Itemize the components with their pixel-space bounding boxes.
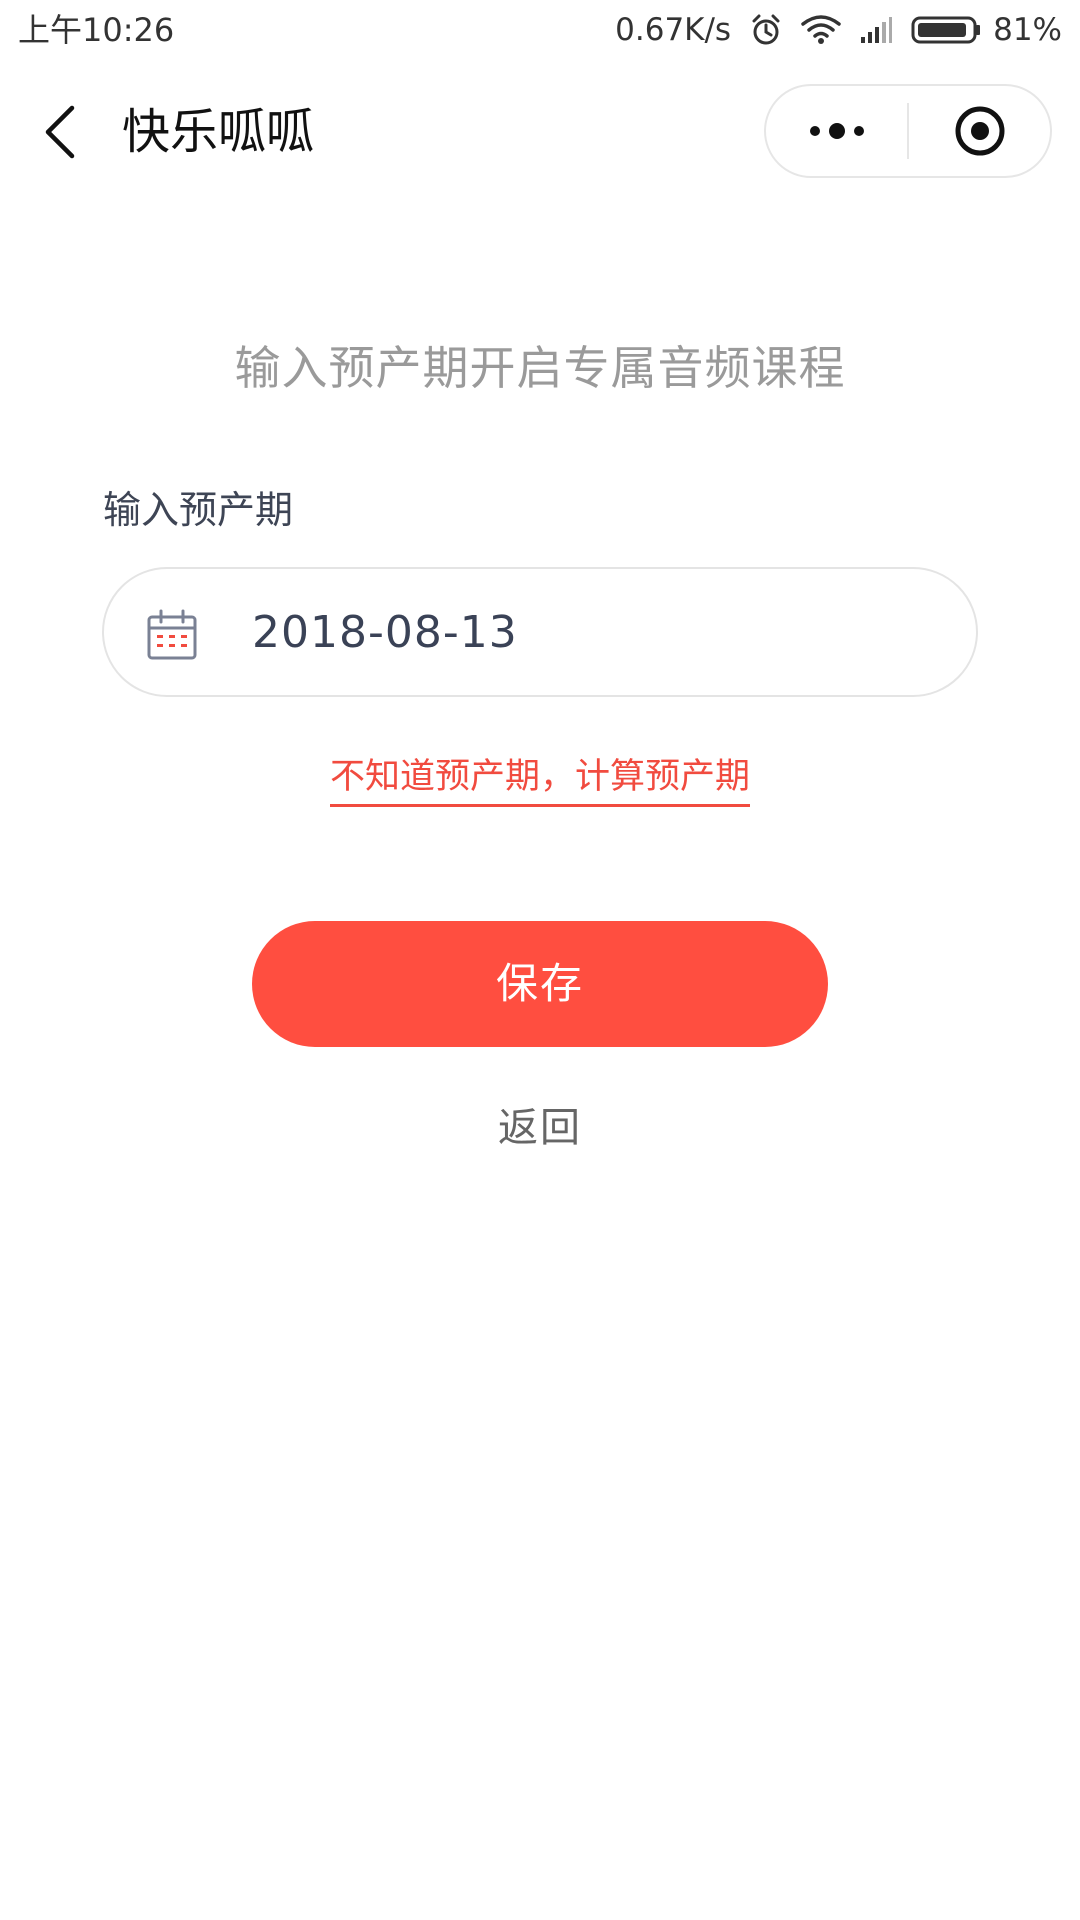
page-title: 快乐呱呱 (122, 104, 315, 160)
calendar-icon (147, 609, 197, 660)
more-dots-icon (809, 123, 864, 139)
battery-percent: 81% (993, 12, 1062, 48)
signal-icon (859, 15, 893, 45)
close-button[interactable] (909, 86, 1050, 176)
due-date-label: 输入预产期 (103, 488, 294, 532)
more-button[interactable] (766, 86, 907, 176)
due-date-value: 2018-08-13 (252, 607, 518, 658)
status-bar: 上午10:26 0.67K/s 81% (0, 0, 1080, 62)
target-close-icon (955, 106, 1004, 156)
chevron-left-icon (45, 105, 75, 159)
alarm-icon (749, 13, 783, 47)
return-link[interactable]: 返回 (0, 1100, 1080, 1156)
nav-bar: 快乐呱呱 (0, 82, 1080, 182)
calc-link-row: 不知道预产期，计算预产期 (0, 752, 1080, 807)
wifi-icon (801, 14, 841, 46)
mini-program-capsule (764, 84, 1052, 178)
save-button[interactable]: 保存 (252, 921, 828, 1047)
status-time: 上午10:26 (18, 11, 175, 49)
due-date-picker[interactable]: 2018-08-13 (102, 567, 978, 697)
network-speed: 0.67K/s (615, 12, 732, 48)
page-headline: 输入预产期开启专属音频课程 (234, 341, 846, 395)
battery-icon (911, 15, 983, 45)
back-button[interactable] (30, 98, 90, 166)
calculate-due-date-link[interactable]: 不知道预产期，计算预产期 (329, 752, 750, 807)
status-indicators: 0.67K/s 81% (615, 10, 1062, 50)
screen: 上午10:26 0.67K/s 81% 快乐呱呱 输入预产期开启专属音频课程 输… (0, 0, 1080, 1920)
